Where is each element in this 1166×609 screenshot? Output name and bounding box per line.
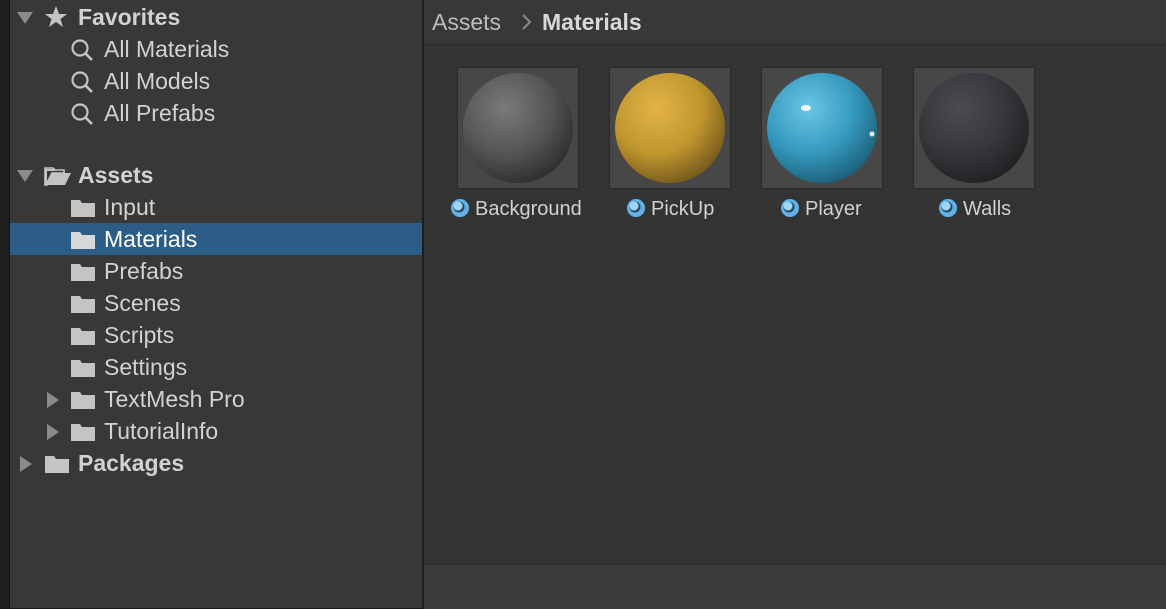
material-name: Player — [805, 198, 862, 220]
material-name: PickUp — [651, 198, 715, 220]
folder-icon — [71, 328, 95, 345]
window-left-edge — [0, 0, 10, 608]
breadcrumb-current[interactable]: Materials — [542, 9, 642, 35]
sidebar-item-input[interactable]: Input — [10, 191, 422, 223]
search-icon — [71, 39, 93, 61]
material-tile-background[interactable] — [457, 67, 579, 189]
material-preview-sphere — [615, 73, 725, 183]
favorites-label: Favorites — [78, 4, 181, 30]
sidebar-item-textmesh-pro[interactable]: TextMesh Pro — [10, 383, 422, 415]
sidebar-item-label: Input — [104, 194, 156, 220]
sidebar-item-prefabs[interactable]: Prefabs — [10, 255, 422, 287]
sidebar-item-label: Materials — [104, 226, 198, 252]
material-tile-player[interactable] — [761, 67, 883, 189]
material-icon — [451, 199, 469, 217]
sidebar-section-packages[interactable]: Packages — [10, 447, 422, 479]
folder-icon — [71, 296, 95, 313]
sidebar-item-label: TextMesh Pro — [104, 386, 245, 412]
sidebar-item-label: All Materials — [104, 36, 230, 62]
status-bar — [424, 564, 1166, 609]
sidebar-item-scenes[interactable]: Scenes — [10, 287, 422, 319]
packages-label: Packages — [78, 450, 185, 476]
material-tile-walls[interactable] — [913, 67, 1035, 189]
star-icon — [45, 6, 67, 27]
folder-open-icon — [44, 167, 71, 186]
material-name: Background — [475, 198, 582, 220]
folder-icon — [45, 456, 69, 473]
sidebar-item-label: All Prefabs — [104, 100, 216, 126]
sidebar-item-label: All Models — [104, 68, 211, 94]
folder-icon — [71, 200, 95, 217]
sidebar-item-label: Scenes — [104, 290, 181, 316]
breadcrumb-root[interactable]: Assets — [432, 9, 501, 35]
foldout-expanded-icon[interactable] — [16, 169, 34, 183]
sidebar-item-all-models[interactable]: All Models — [10, 65, 422, 97]
material-preview-sphere — [919, 73, 1029, 183]
foldout-collapsed-icon[interactable] — [19, 455, 33, 473]
material-icon — [781, 199, 799, 217]
foldout-collapsed-icon[interactable] — [46, 423, 60, 441]
sidebar-item-label: TutorialInfo — [104, 418, 219, 444]
folder-icon — [71, 360, 95, 377]
sidebar-item-tutorialinfo[interactable]: TutorialInfo — [10, 415, 422, 447]
assets-label: Assets — [78, 162, 154, 188]
sidebar-item-all-materials[interactable]: All Materials — [10, 33, 422, 65]
sidebar-item-scripts[interactable]: Scripts — [10, 319, 422, 351]
sidebar-item-label: Prefabs — [104, 258, 184, 284]
project-sidebar: Favorites All Materials All Models All P… — [10, 0, 422, 608]
sidebar-item-materials[interactable]: Materials — [10, 223, 422, 255]
sidebar-section-favorites[interactable]: Favorites — [10, 1, 422, 33]
foldout-expanded-icon[interactable] — [16, 11, 34, 25]
material-icon — [939, 199, 957, 217]
material-preview-sphere — [767, 73, 877, 183]
folder-icon — [71, 232, 95, 249]
material-icon — [627, 199, 645, 217]
folder-icon — [71, 264, 95, 281]
foldout-collapsed-icon[interactable] — [46, 391, 60, 409]
chevron-right-icon — [522, 14, 532, 30]
material-name: Walls — [963, 198, 1012, 220]
asset-browser: Assets Materials Background PickUp Playe… — [424, 0, 1166, 609]
sidebar-item-settings[interactable]: Settings — [10, 351, 422, 383]
sidebar-item-label: Settings — [104, 354, 188, 380]
material-tile-pickup[interactable] — [609, 67, 731, 189]
search-icon — [71, 71, 93, 93]
search-icon — [71, 103, 93, 125]
breadcrumb: Assets Materials — [424, 0, 1166, 45]
sidebar-item-label: Scripts — [104, 322, 175, 348]
sidebar-section-assets[interactable]: Assets — [10, 159, 422, 191]
folder-icon — [71, 424, 95, 441]
sidebar-item-all-prefabs[interactable]: All Prefabs — [10, 97, 422, 129]
material-preview-sphere — [463, 73, 573, 183]
folder-icon — [71, 392, 95, 409]
